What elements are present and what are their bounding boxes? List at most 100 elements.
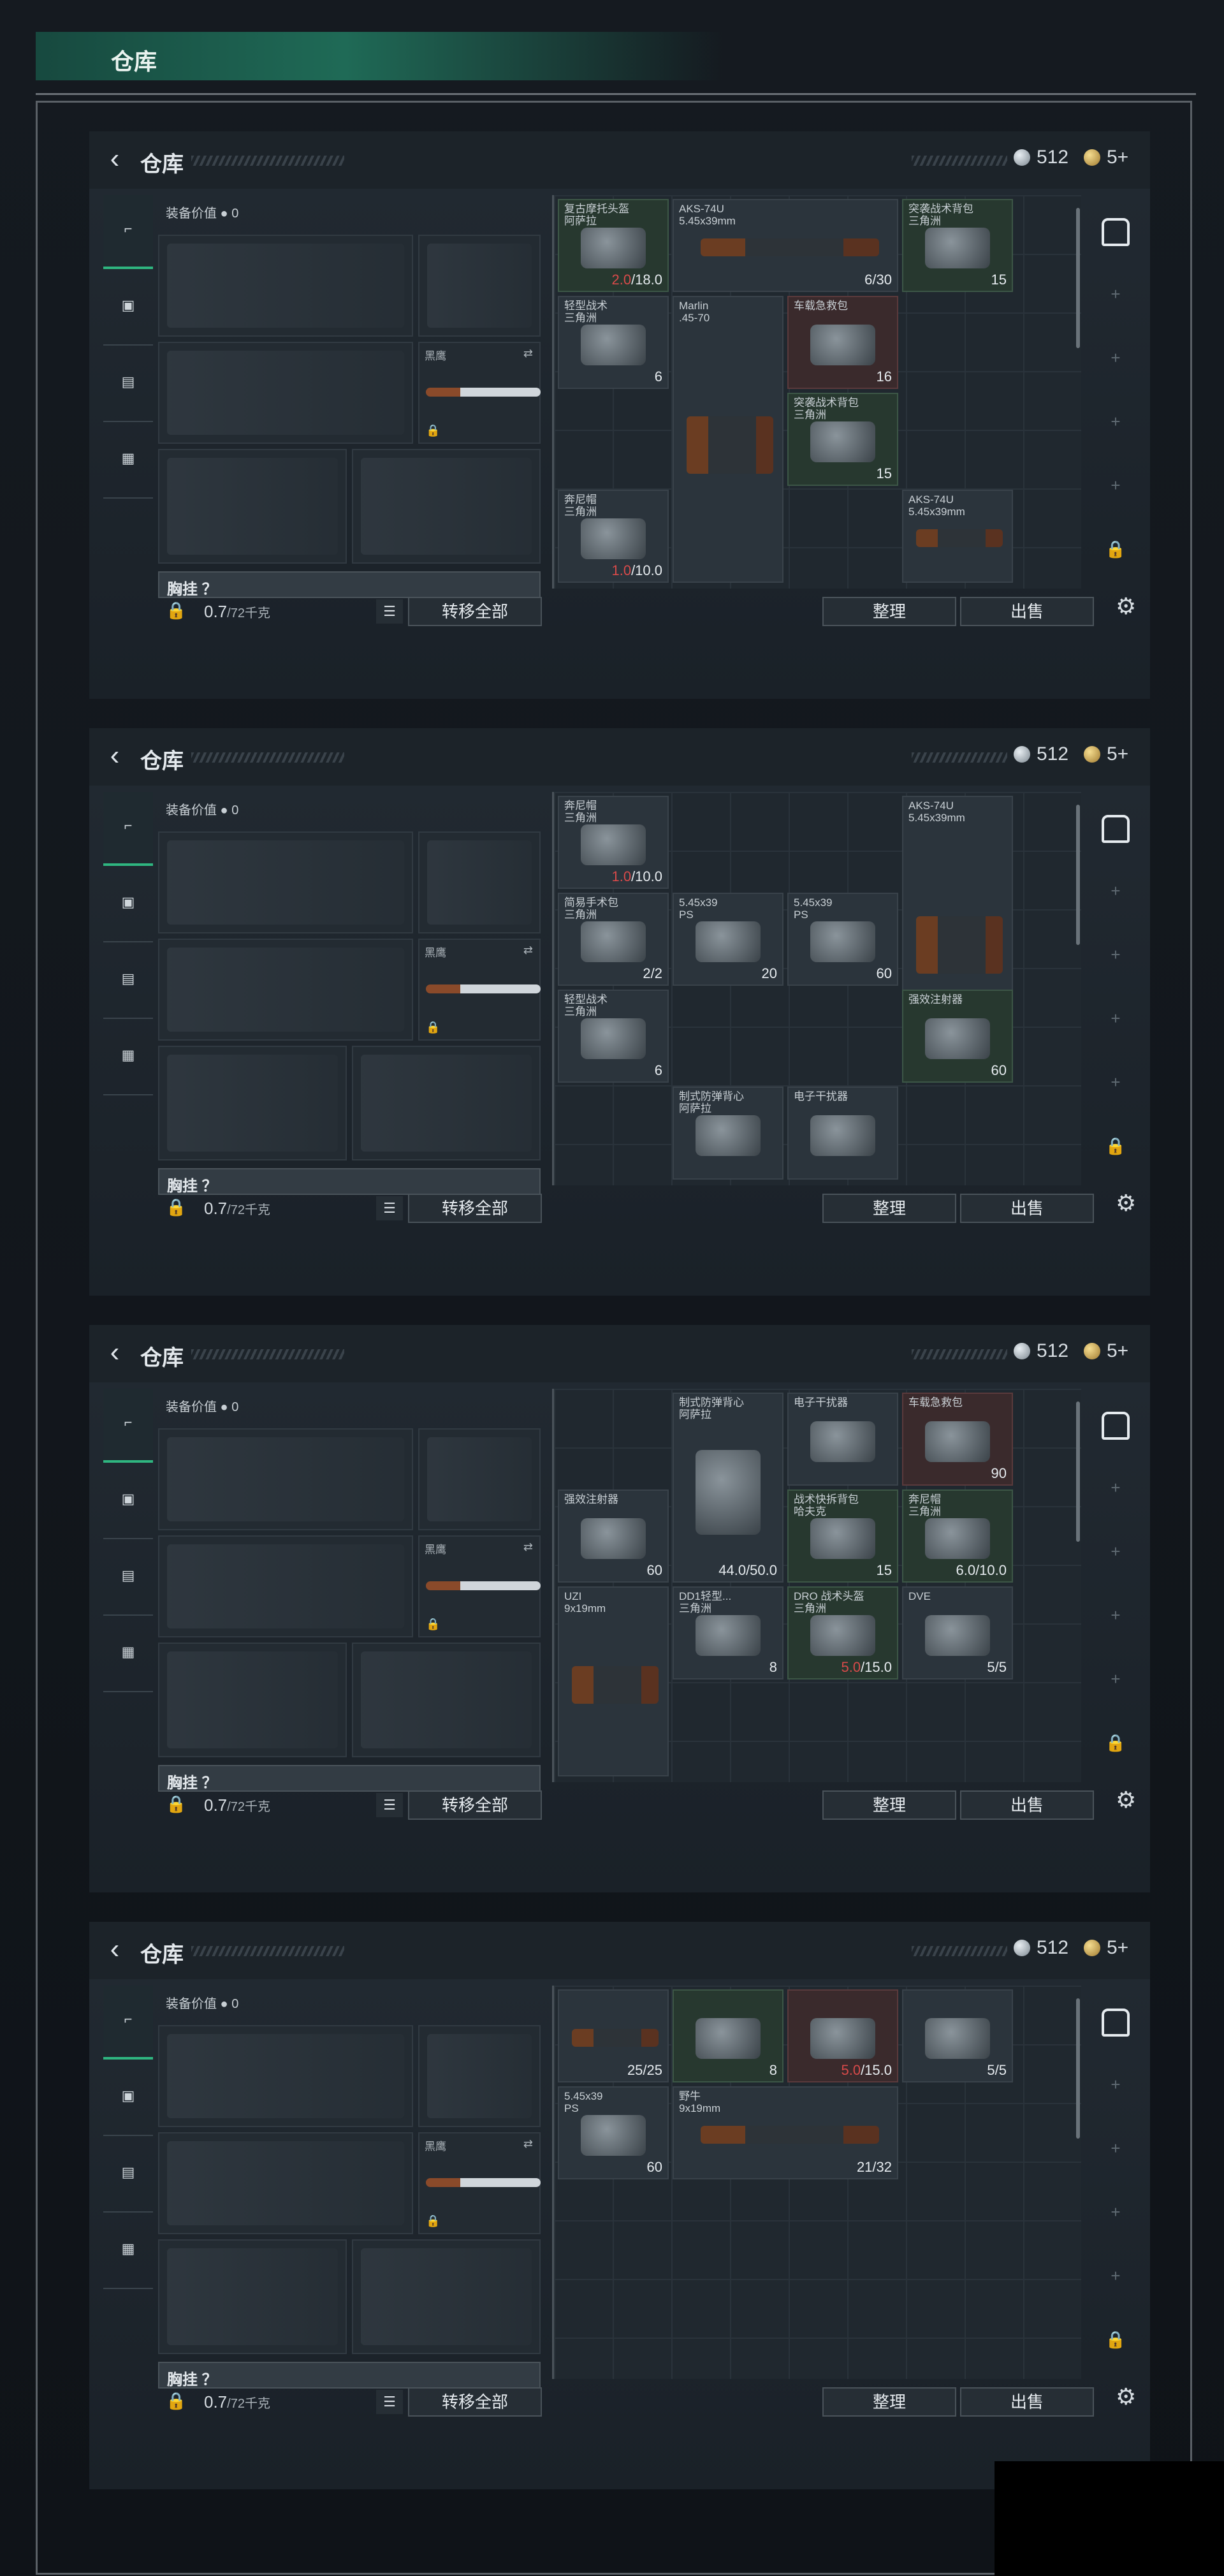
- back-arrow-icon[interactable]: ‹: [102, 143, 127, 175]
- armor-slot[interactable]: [352, 1643, 541, 1757]
- helmet-slot[interactable]: [158, 449, 347, 564]
- sell-button[interactable]: 出售: [960, 2387, 1094, 2417]
- storage-home-icon[interactable]: [1102, 2009, 1130, 2037]
- inventory-item[interactable]: DD1轻型... 三角洲 8: [673, 1586, 783, 1680]
- inventory-item[interactable]: DVE 5/5: [902, 1586, 1013, 1680]
- add-tab-icon[interactable]: +: [1090, 348, 1141, 368]
- back-arrow-icon[interactable]: ‹: [102, 1336, 127, 1368]
- inventory-item[interactable]: 复古摩托头盔 阿萨拉 2.0/18.0: [558, 199, 669, 292]
- nav-backpack[interactable]: ▤: [103, 1542, 153, 1616]
- list-icon[interactable]: ☰: [376, 1793, 403, 1817]
- transfer-all-button[interactable]: 转移全部: [408, 1790, 542, 1820]
- grid-scrollbar[interactable]: [1076, 1401, 1080, 1542]
- add-tab-icon[interactable]: +: [1090, 2075, 1141, 2095]
- inventory-item[interactable]: 车载急救包 16: [787, 296, 898, 389]
- inventory-item[interactable]: 制式防弹背心 阿萨拉: [673, 1087, 783, 1180]
- inventory-item[interactable]: 5.45x39 PS 60: [787, 893, 898, 986]
- nav-backpack[interactable]: ▤: [103, 348, 153, 422]
- list-icon[interactable]: ☰: [376, 1196, 403, 1220]
- sell-button[interactable]: 出售: [960, 597, 1094, 626]
- secondary-weapon-slot[interactable]: [158, 2132, 413, 2234]
- primary-weapon-slot[interactable]: [158, 2025, 413, 2127]
- transfer-all-button[interactable]: 转移全部: [408, 2387, 542, 2417]
- add-tab-icon[interactable]: +: [1090, 1009, 1141, 1028]
- melee-slot[interactable]: 黑鹰 ⇄ 🔒: [418, 939, 541, 1041]
- grid-scrollbar[interactable]: [1076, 208, 1080, 348]
- inventory-item[interactable]: 电子干扰器: [787, 1393, 898, 1486]
- inventory-item[interactable]: 8: [673, 1989, 783, 2082]
- nav-toolbox[interactable]: ▦: [103, 2215, 153, 2289]
- swap-icon[interactable]: ⇄: [523, 347, 533, 360]
- sort-button[interactable]: 整理: [822, 597, 956, 626]
- pistol-slot[interactable]: [418, 831, 541, 933]
- melee-slot[interactable]: 黑鹰 ⇄ 🔒: [418, 1535, 541, 1637]
- inventory-item[interactable]: DRO 战术头盔 三角洲 5.0/15.0: [787, 1586, 898, 1680]
- swap-icon[interactable]: ⇄: [523, 2137, 533, 2151]
- sort-button[interactable]: 整理: [822, 1790, 956, 1820]
- swap-icon[interactable]: ⇄: [523, 944, 533, 957]
- add-tab-icon[interactable]: +: [1090, 1542, 1141, 1562]
- add-tab-icon[interactable]: +: [1090, 412, 1141, 432]
- nav-backpack[interactable]: ▤: [103, 945, 153, 1019]
- secondary-weapon-slot[interactable]: [158, 1535, 413, 1637]
- helmet-slot[interactable]: [158, 2239, 347, 2354]
- storage-grid[interactable]: 25/25 8 5.0/15.0 5/5 5.45x39 PS 43 5.45x…: [552, 1986, 1081, 2379]
- primary-weapon-slot[interactable]: [158, 235, 413, 337]
- pistol-slot[interactable]: [418, 235, 541, 337]
- secondary-weapon-slot[interactable]: [158, 342, 413, 444]
- storage-grid[interactable]: 奔尼帽 三角洲 1.0/10.0 AKS-74U 5.45x39mm 0/30 …: [552, 792, 1081, 1185]
- add-tab-icon[interactable]: +: [1090, 2266, 1141, 2286]
- nav-toolbox[interactable]: ▦: [103, 1021, 153, 1095]
- back-arrow-icon[interactable]: ‹: [102, 1933, 127, 1965]
- list-icon[interactable]: ☰: [376, 2390, 403, 2414]
- add-tab-icon[interactable]: +: [1090, 881, 1141, 901]
- grid-scrollbar[interactable]: [1076, 805, 1080, 945]
- nav-backpack[interactable]: ▤: [103, 2139, 153, 2213]
- armor-slot[interactable]: [352, 449, 541, 564]
- transfer-all-button[interactable]: 转移全部: [408, 597, 542, 626]
- nav-toolbox[interactable]: ▦: [103, 425, 153, 499]
- inventory-item[interactable]: 野牛 9x19mm 21/32: [673, 2086, 898, 2179]
- inventory-item[interactable]: 5.0/15.0: [787, 1989, 898, 2082]
- nav-armor[interactable]: ▣: [103, 1465, 153, 1539]
- secondary-weapon-slot[interactable]: [158, 939, 413, 1041]
- inventory-item[interactable]: 电子干扰器: [787, 1087, 898, 1180]
- swap-icon[interactable]: ⇄: [523, 1540, 533, 1554]
- inventory-item[interactable]: 5.45x39 PS 20: [673, 893, 783, 986]
- add-tab-icon[interactable]: +: [1090, 1478, 1141, 1498]
- nav-toolbox[interactable]: ▦: [103, 1618, 153, 1692]
- pistol-slot[interactable]: [418, 1428, 541, 1530]
- sort-button[interactable]: 整理: [822, 1194, 956, 1223]
- inventory-item[interactable]: 强效注射器 60: [558, 1489, 669, 1583]
- armor-slot[interactable]: [352, 2239, 541, 2354]
- helmet-slot[interactable]: [158, 1046, 347, 1160]
- primary-weapon-slot[interactable]: [158, 831, 413, 933]
- inventory-item[interactable]: 制式防弹背心 阿萨拉 44.0/50.0: [673, 1393, 783, 1583]
- inventory-item[interactable]: 5/5: [902, 1989, 1013, 2082]
- nav-weapons[interactable]: ⌐: [103, 1986, 153, 2060]
- inventory-item[interactable]: 突袭战术背包 三角洲 15: [787, 393, 898, 486]
- add-tab-icon[interactable]: +: [1090, 284, 1141, 304]
- sell-button[interactable]: 出售: [960, 1194, 1094, 1223]
- helmet-slot[interactable]: [158, 1643, 347, 1757]
- add-tab-icon[interactable]: +: [1090, 1606, 1141, 1625]
- inventory-item[interactable]: 奔尼帽 三角洲 1.0/10.0: [558, 796, 669, 889]
- storage-grid[interactable]: 复古摩托头盔 阿萨拉 2.0/18.0 AKS-74U 5.45x39mm 6/…: [552, 195, 1081, 589]
- add-tab-icon[interactable]: +: [1090, 2139, 1141, 2158]
- sell-button[interactable]: 出售: [960, 1790, 1094, 1820]
- inventory-item[interactable]: 突袭战术背包 三角洲 15: [902, 199, 1013, 292]
- pistol-slot[interactable]: [418, 2025, 541, 2127]
- inventory-item[interactable]: 奔尼帽 三角洲 6.0/10.0: [902, 1489, 1013, 1583]
- add-tab-icon[interactable]: +: [1090, 945, 1141, 965]
- settings-gear-icon[interactable]: ⚙: [1116, 2383, 1136, 2410]
- settings-gear-icon[interactable]: ⚙: [1116, 593, 1136, 620]
- inventory-item[interactable]: AKS-74U 5.45x39mm: [902, 490, 1013, 583]
- inventory-item[interactable]: AKS-74U 5.45x39mm 6/30: [673, 199, 898, 292]
- melee-slot[interactable]: 黑鹰 ⇄ 🔒: [418, 2132, 541, 2234]
- storage-grid[interactable]: 制式防弹背心 阿萨拉 44.0/50.0 电子干扰器 强效注射器 60 车载急救…: [552, 1389, 1081, 1782]
- inventory-item[interactable]: 5.45x39 PS 60: [558, 2086, 669, 2179]
- storage-home-icon[interactable]: [1102, 815, 1130, 843]
- nav-armor[interactable]: ▣: [103, 868, 153, 942]
- add-tab-icon[interactable]: +: [1090, 476, 1141, 495]
- inventory-item[interactable]: 强效注射器 60: [902, 990, 1013, 1083]
